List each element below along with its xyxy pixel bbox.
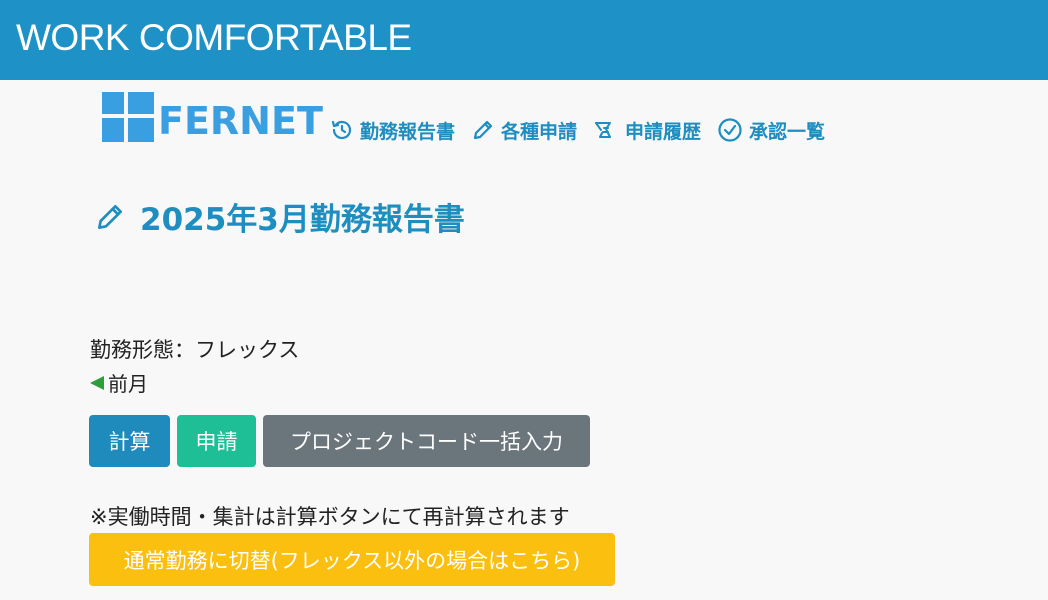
fernet-logo[interactable]: FERNET: [102, 92, 323, 144]
document-history-icon: [595, 122, 612, 138]
page-title: 2025年3月勤務報告書: [94, 194, 465, 239]
nav-item-label: 承認一覧: [749, 120, 826, 143]
work-type-label: 勤務形態：フレックス: [90, 338, 300, 362]
nav-item-label: 申請履歴: [625, 120, 702, 143]
recalc-note: ※実働時間・集計は計算ボタンにて再計算されます: [90, 505, 570, 529]
left-triangle-icon: [90, 375, 104, 390]
logo-grid-icon: [102, 92, 154, 142]
main-nav: 勤務報告書 各種申請 申請履歴 承認一覧: [330, 112, 841, 148]
nav-item-approvals[interactable]: 承認一覧: [717, 117, 825, 144]
check-circle-icon: [718, 118, 742, 142]
nav-item-label: 勤務報告書: [360, 120, 456, 143]
logo-text: FERNET: [158, 99, 323, 143]
history-icon: [331, 120, 352, 140]
page-title-text: 2025年3月勤務報告書: [140, 202, 465, 238]
nav-item-applications[interactable]: 各種申請: [471, 117, 577, 144]
nav-item-application-history[interactable]: 申請履歴: [593, 117, 701, 144]
apply-button[interactable]: 申請: [177, 415, 256, 467]
prev-month-link[interactable]: 前月: [90, 368, 148, 397]
pencil-icon: [473, 120, 493, 140]
pencil-icon: [98, 204, 122, 229]
calc-button[interactable]: 計算: [89, 415, 170, 467]
prev-month-label: 前月: [108, 372, 148, 396]
project-code-bulk-input-button[interactable]: プロジェクトコード一括入力: [263, 415, 590, 467]
app-title: WORK COMFORTABLE: [16, 17, 412, 58]
nav-item-work-report[interactable]: 勤務報告書: [330, 117, 455, 144]
nav-item-label: 各種申請: [501, 120, 578, 143]
switch-to-regular-button[interactable]: 通常勤務に切替(フレックス以外の場合はこちら): [89, 533, 615, 586]
top-bar: WORK COMFORTABLE: [0, 0, 1048, 80]
